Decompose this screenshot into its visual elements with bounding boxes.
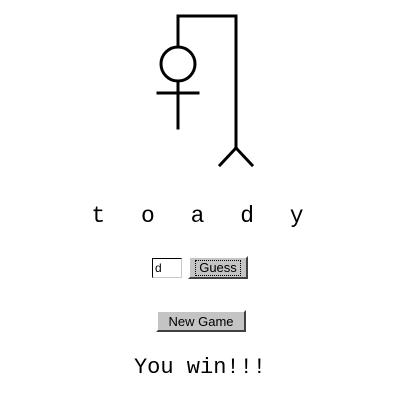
guess-button-label: Guess: [195, 259, 241, 276]
gallows-base-right: [233, 145, 255, 168]
hangman-drawing: [156, 14, 255, 168]
hangman-head: [159, 45, 197, 83]
guess-button[interactable]: Guess: [188, 256, 248, 279]
word-display: t o a d y: [91, 203, 315, 229]
guess-input[interactable]: [152, 257, 182, 278]
result-message: You win!!!: [133, 355, 267, 380]
new-game-button[interactable]: New Game: [156, 310, 246, 332]
guess-form: Guess: [152, 256, 248, 279]
gallows-base-left: [217, 145, 239, 168]
